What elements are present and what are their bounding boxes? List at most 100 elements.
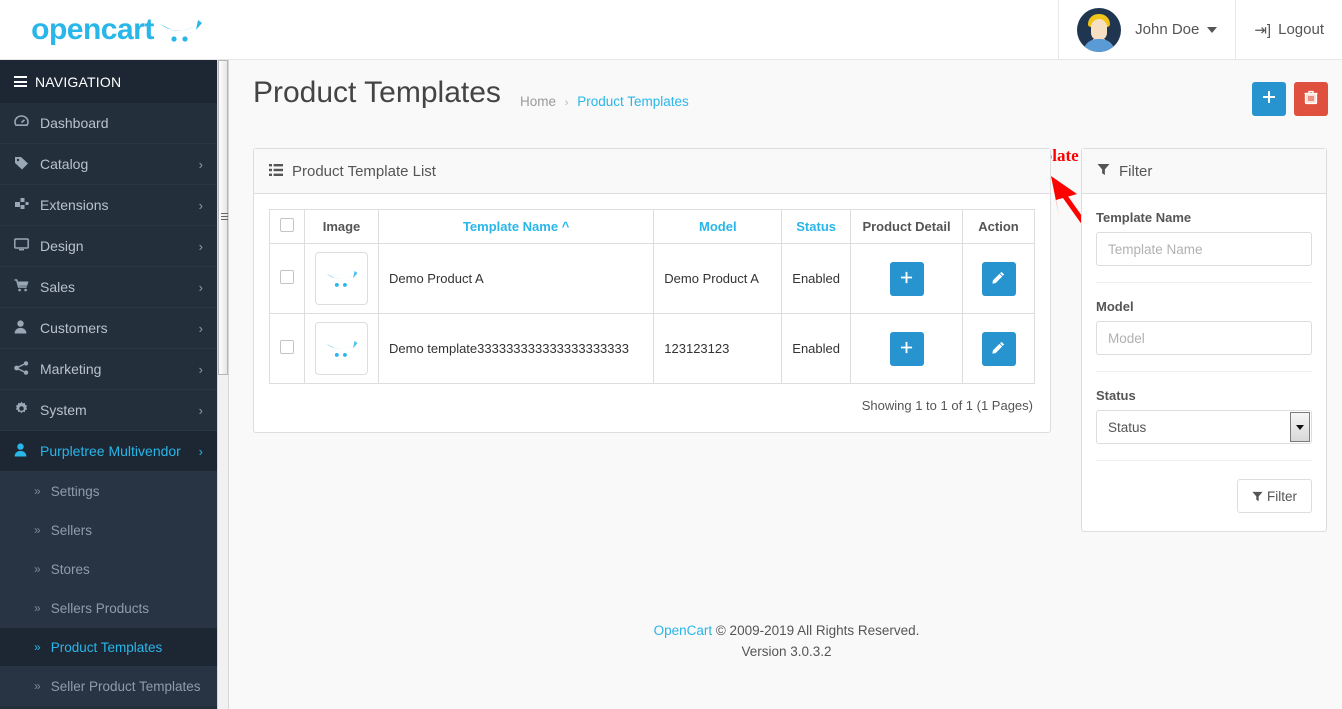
sidebar-subitem-settings[interactable]: » Settings (0, 472, 217, 511)
sidebar-subitem-label: Product Templates (50, 639, 163, 655)
sidebar-item-dashboard[interactable]: Dashboard (0, 103, 217, 144)
row-status: Enabled (781, 313, 851, 384)
sidebar-item-sales[interactable]: Sales › (0, 267, 217, 308)
caret-up-icon: ^ (561, 219, 570, 234)
add-new-button[interactable] (1252, 82, 1286, 116)
funnel-icon (1097, 163, 1110, 179)
filter-panel: Filter Template Name Model Status Status… (1081, 148, 1327, 532)
row-checkbox[interactable] (280, 340, 294, 354)
breadcrumb-current[interactable]: Product Templates (577, 94, 689, 109)
filter-template-name-group: Template Name (1082, 210, 1326, 283)
sidebar-item-marketing[interactable]: Marketing › (0, 349, 217, 390)
sidebar-submenu: » Settings » Sellers » Stores » Sellers Product… (0, 472, 217, 706)
row-select-cell (269, 313, 305, 384)
sidebar-subitem-seller-product-templates[interactable]: » Seller Product Templates (0, 667, 217, 706)
filter-model-group: Model (1082, 299, 1326, 372)
edit-button[interactable] (981, 331, 1016, 366)
product-detail-add-button[interactable] (889, 331, 924, 366)
column-header-label: Product Detail (862, 219, 951, 234)
filter-submit-button[interactable]: Filter (1237, 479, 1312, 513)
main-content: Product Templates Home › Product Templat… (231, 60, 1342, 709)
table-row: Demo template333333333333333333333 123123… (269, 313, 1035, 384)
column-header-link[interactable]: Status (796, 219, 836, 234)
filter-panel-title: Filter (1119, 162, 1153, 180)
column-header-product-detail: Product Detail (850, 209, 963, 244)
row-product-detail-cell (850, 313, 963, 384)
sidebar-subitem-stores[interactable]: » Stores (0, 550, 217, 589)
logout-label: Logout (1278, 21, 1324, 38)
row-status: Enabled (781, 243, 851, 314)
user-menu[interactable]: John Doe (1058, 0, 1235, 59)
column-header-link[interactable]: Model (699, 219, 737, 234)
chevron-double-right-icon: » (34, 601, 41, 615)
sidebar-item-catalog[interactable]: Catalog › (0, 144, 217, 185)
row-checkbox[interactable] (280, 270, 294, 284)
column-header-label: Status (796, 219, 836, 234)
sidebar-scrollbar[interactable] (217, 60, 229, 709)
sidebar-subitem-label: Sellers (50, 522, 92, 538)
column-header-select-all (269, 209, 305, 244)
filter-panel-header: Filter (1082, 149, 1326, 194)
column-header-status[interactable]: Status (781, 209, 851, 244)
sidebar-subitem-sellers-products[interactable]: » Sellers Products (0, 589, 217, 628)
cart-placeholder-icon (315, 252, 368, 305)
sidebar-item-label: Customers (40, 320, 108, 336)
top-header: opencart John Doe ⇥] Logout (0, 0, 1342, 60)
column-header-link[interactable]: Template Name ^ (463, 219, 569, 234)
sidebar-item-label: System (40, 402, 87, 418)
sidebar-subitem-label: Seller Product Templates (50, 678, 201, 694)
delete-button[interactable] (1294, 82, 1328, 116)
row-action-cell (962, 313, 1035, 384)
opencart-link[interactable]: OpenCart (654, 623, 713, 638)
column-header-model[interactable]: Model (653, 209, 783, 244)
sidebar: NAVIGATION Dashboard Catalog › Extensions › D… (0, 60, 217, 709)
sidebar-menu: Dashboard Catalog › Extensions › Design › Sales… (0, 103, 217, 472)
product-template-list-panel: Product Template List Image Template Name… (253, 148, 1051, 433)
filter-template-name-label: Template Name (1096, 210, 1192, 225)
user-icon (14, 442, 40, 460)
footer-copyright: © 2009-2019 All Rights Reserved. (712, 623, 920, 638)
filter-model-input[interactable] (1096, 321, 1312, 355)
tag-icon (14, 156, 40, 173)
filter-status-select[interactable]: StatusEnabledDisabled (1096, 410, 1312, 444)
product-template-table: Image Template Name ^ Model Status Product D… (269, 209, 1035, 384)
trash-icon (1304, 90, 1318, 109)
header-right-group: John Doe ⇥] Logout (1058, 0, 1342, 59)
breadcrumb-separator-icon: › (564, 97, 569, 109)
column-header-label: Action (978, 219, 1019, 234)
sidebar-item-design[interactable]: Design › (0, 226, 217, 267)
row-image-cell (304, 243, 379, 314)
avatar (1077, 7, 1122, 52)
sidebar-item-purpletree-multivendor[interactable]: Purpletree Multivendor › (0, 431, 217, 472)
column-header-template-name[interactable]: Template Name ^ (377, 209, 655, 244)
product-detail-add-button[interactable] (889, 261, 924, 296)
footer-copyright-line: OpenCart © 2009-2019 All Rights Reserved… (231, 620, 1342, 641)
column-header-label: Model (699, 219, 737, 234)
sidebar-subitem-product-templates[interactable]: » Product Templates (0, 628, 217, 667)
hamburger-icon (14, 74, 27, 90)
sidebar-subitem-sellers[interactable]: » Sellers (0, 511, 217, 550)
filter-status-label: Status (1096, 388, 1136, 403)
sidebar-item-system[interactable]: System › (0, 390, 217, 431)
sidebar-item-label: Sales (40, 279, 76, 295)
pencil-icon (992, 341, 1005, 357)
chevron-right-icon: › (198, 156, 203, 172)
sidebar-subitem-label: Sellers Products (50, 600, 149, 616)
sidebar-item-extensions[interactable]: Extensions › (0, 185, 217, 226)
edit-button[interactable] (981, 261, 1016, 296)
filter-template-name-input[interactable] (1096, 232, 1312, 266)
logout-button[interactable]: ⇥] Logout (1235, 0, 1342, 59)
sidebar-scrollbar-thumb[interactable] (218, 60, 228, 375)
scrollbar-grip-icon (221, 211, 228, 222)
plus-icon (900, 271, 913, 287)
plus-icon (900, 341, 913, 357)
sidebar-item-customers[interactable]: Customers › (0, 308, 217, 349)
pencil-icon (992, 271, 1005, 287)
plus-icon (1262, 90, 1276, 108)
chevron-double-right-icon: » (34, 523, 41, 537)
select-all-checkbox[interactable] (280, 218, 294, 232)
chevron-right-icon: › (198, 279, 203, 295)
brand-logo[interactable]: opencart (0, 0, 235, 59)
sidebar-item-label: Design (40, 238, 84, 254)
breadcrumb-home[interactable]: Home (520, 94, 556, 109)
